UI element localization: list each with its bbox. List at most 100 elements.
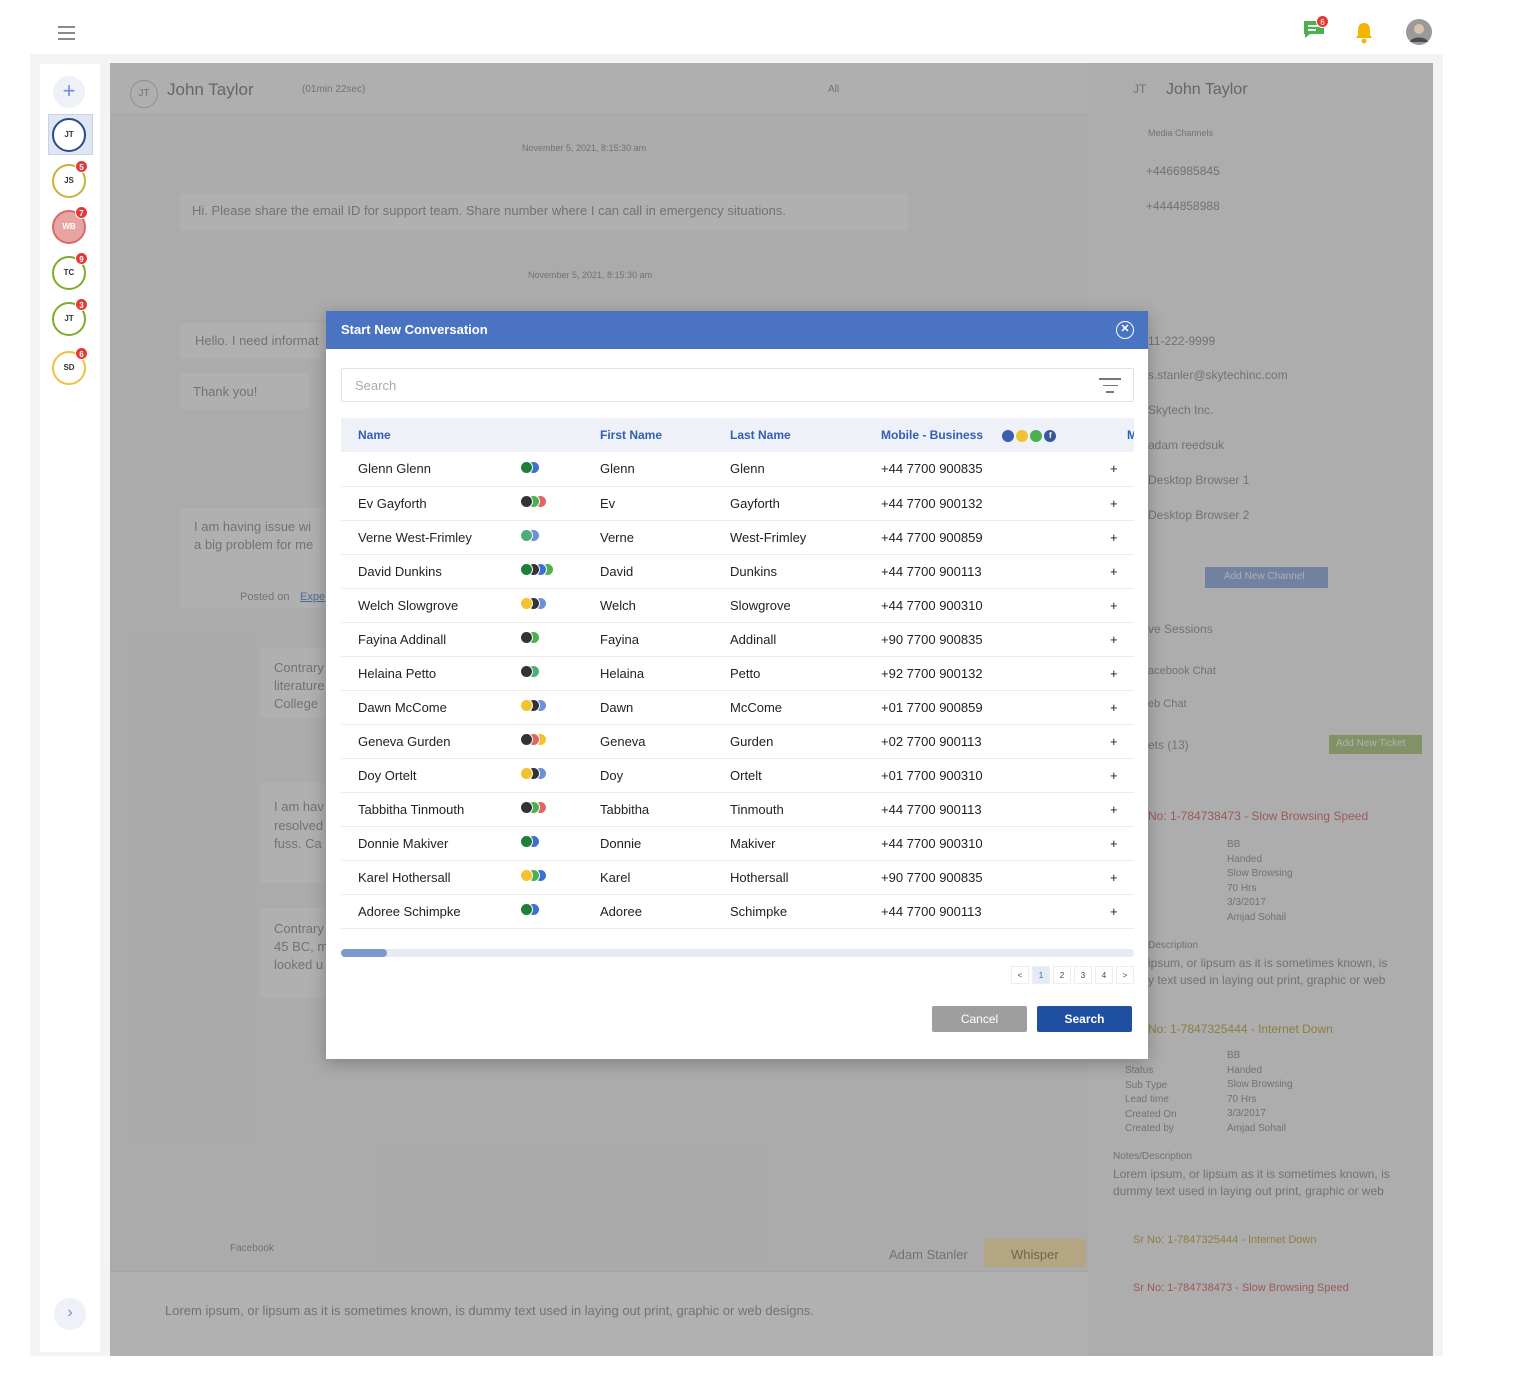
channel-icons: f [1002,429,1058,442]
table-row[interactable]: Tabbitha Tinmouth Tabbitha Tinmouth +44 770… [341,792,1134,827]
table-row[interactable]: Geneva Gurden Geneva Gurden +02 7700 900113… [341,724,1134,759]
contact-name-cell: Geneva Gurden [341,724,503,759]
rail-avatar-initials: JT [64,314,74,323]
table-row[interactable]: Karel Hothersall Karel Hothersall +90 7700 … [341,860,1134,895]
table-row[interactable]: David Dunkins David Dunkins +44 7700 900113… [341,554,1134,589]
rail-avatar[interactable]: TC 9 [52,252,88,290]
cancel-button[interactable]: Cancel [932,1006,1027,1032]
contact-name-cell: Adoree Schimpke [341,894,503,929]
table-row[interactable]: Fayina Addinall Fayina Addinall +90 7700 90… [341,622,1134,657]
search-button[interactable]: Search [1037,1006,1132,1032]
table-row[interactable]: Welch Slowgrove Welch Slowgrove +44 7700 90… [341,588,1134,623]
next-cell: + [1110,724,1134,759]
last-name-cell: Slowgrove [713,588,864,623]
channel-status-dots [520,665,540,678]
channel-dot [520,835,533,848]
rail-avatar[interactable]: JS 5 [52,160,88,198]
rail-avatar[interactable]: SD 6 [52,347,88,385]
first-name-cell: Helaina [583,656,713,691]
rail-avatar[interactable]: JT 3 [52,298,88,336]
table-row[interactable]: Adoree Schimpke Adoree Schimpke +44 7700 90… [341,894,1134,929]
sms-channel-icon [1016,429,1029,442]
table-row[interactable]: Helaina Petto Helaina Petto +92 7700 900132… [341,656,1134,691]
channel-dots-cell [503,860,583,895]
next-cell: + [1110,792,1134,827]
mobile-cell: +01 7700 900859 [864,690,1110,725]
channel-dots-cell [503,826,583,861]
plus-icon[interactable]: + [53,76,85,108]
user-avatar[interactable] [1405,18,1433,51]
channel-status-dots [520,835,540,848]
bell-icon[interactable] [1354,22,1374,49]
pager-page[interactable]: 1 [1032,966,1050,984]
scrollbar-thumb[interactable] [341,949,387,957]
contact-name-cell: Verne West-Frimley [341,520,503,555]
pager-next[interactable]: > [1116,966,1134,984]
mobile-cell: +02 7700 900113 [864,724,1110,759]
table-row[interactable]: Doy Ortelt Doy Ortelt +01 7700 900310 + [341,758,1134,793]
next-cell: + [1110,554,1134,589]
last-name-cell: Dunkins [713,554,864,589]
column-header-mobile-label: Mobile - Business [881,428,984,442]
chevron-right-icon[interactable]: › [54,1298,86,1330]
column-header-name[interactable]: Name [341,418,503,452]
mobile-cell: +44 7700 900113 [864,894,1110,929]
contact-name-cell: Karel Hothersall [341,860,503,895]
contact-name-cell: Welch Slowgrove [341,588,503,623]
rail-avatar[interactable]: JT [52,118,86,152]
horizontal-scrollbar[interactable] [341,949,1134,957]
channel-dots-cell [503,894,583,929]
mobile-cell: +44 7700 900859 [864,520,1110,555]
rail-avatar-badge: 9 [75,252,88,265]
chat-badge: 6 [1316,15,1329,28]
rail-avatar-badge: 3 [75,298,88,311]
rail-avatar-initials: SD [63,363,75,372]
modal-title: Start New Conversation [341,322,488,337]
contact-name-cell: Tabbitha Tinmouth [341,792,503,827]
rail-avatar-initials: JS [64,176,74,185]
pager-page[interactable]: 4 [1095,966,1113,984]
channel-dot [520,869,533,882]
table-row[interactable]: Verne West-Frimley Verne West-Frimley +44 7… [341,520,1134,555]
search-input[interactable] [342,369,1042,401]
first-name-cell: Doy [583,758,713,793]
next-cell: + [1110,758,1134,793]
pager-page[interactable]: 2 [1053,966,1071,984]
channel-dot [520,563,533,576]
column-header-last-name[interactable]: Last Name [713,418,864,452]
channel-status-dots [520,597,547,610]
table-row[interactable]: Dawn McCome Dawn McCome +01 7700 900859 + [341,690,1134,725]
pager-prev[interactable]: < [1011,966,1029,984]
column-header-mobile[interactable]: Mobile - Business f [864,418,1110,452]
channel-status-dots [520,699,547,712]
channel-dots-cell [503,588,583,623]
first-name-cell: Dawn [583,690,713,725]
rail-avatar[interactable]: WB 7 [52,206,88,244]
first-name-cell: Tabbitha [583,792,713,827]
column-header-first-name[interactable]: First Name [583,418,713,452]
channel-dots-cell [503,656,583,691]
chat-icon[interactable]: 6 [1302,15,1329,45]
channel-dots-cell [503,452,583,487]
channel-dot [520,529,533,542]
filter-icon[interactable] [1099,378,1121,394]
channel-status-dots [520,869,547,882]
first-name-cell: Verne [583,520,713,555]
column-header-next[interactable]: M [1110,418,1134,452]
table-row[interactable]: Donnie Makiver Donnie Makiver +44 7700 9003… [341,826,1134,861]
first-name-cell: Ev [583,486,713,521]
table-row[interactable]: Glenn Glenn Glenn Glenn +44 7700 900835 + [341,452,1134,487]
channel-dot [520,631,533,644]
contact-name-cell: David Dunkins [341,554,503,589]
table-row[interactable]: Ev Gayforth Ev Gayforth +44 7700 900132 + [341,486,1134,521]
last-name-cell: Ortelt [713,758,864,793]
channel-dots-cell [503,724,583,759]
rail-avatar-badge: 7 [75,206,88,219]
mobile-cell: +92 7700 900132 [864,656,1110,691]
close-circle-icon[interactable]: ✕ [1116,321,1134,339]
pager-page[interactable]: 3 [1074,966,1092,984]
hamburger-icon[interactable] [58,26,75,40]
channel-dot [520,699,533,712]
last-name-cell: Tinmouth [713,792,864,827]
mobile-cell: +44 7700 900310 [864,588,1110,623]
